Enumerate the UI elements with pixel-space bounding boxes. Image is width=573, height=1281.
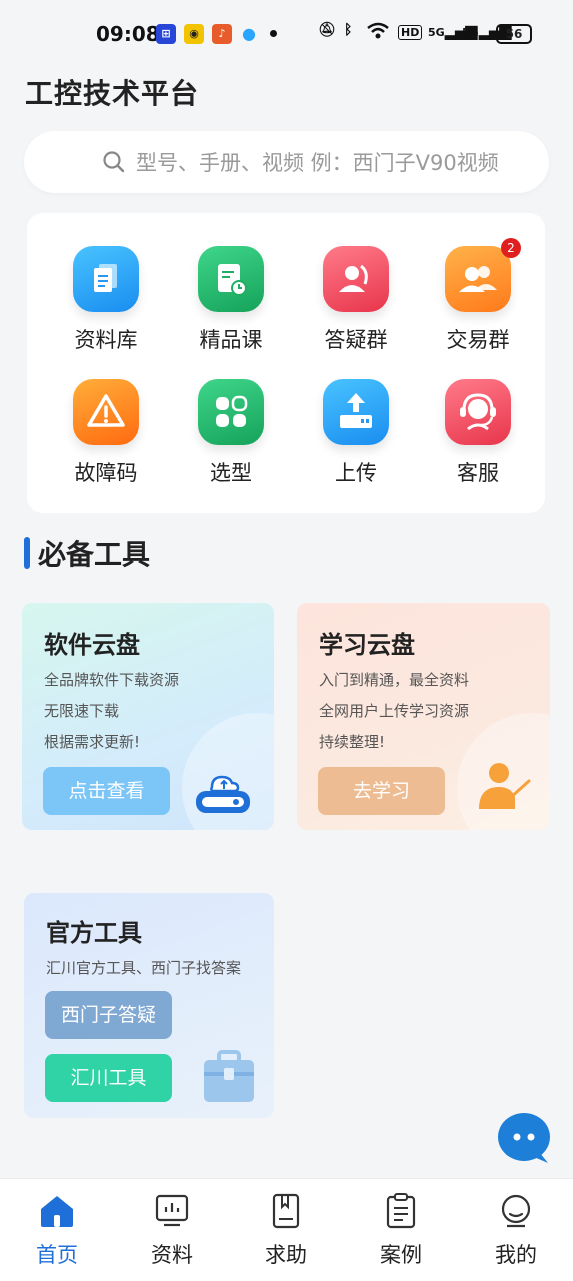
app-notification-icon: ◉ — [184, 24, 204, 44]
card-line: 根据需求更新! — [44, 733, 141, 751]
card-title: 学习云盘 — [319, 631, 415, 659]
nav-profile[interactable]: 我的 — [476, 1193, 556, 1269]
teacher-icon — [479, 763, 531, 809]
nav-label: 首页 — [36, 1243, 78, 1267]
card-line: 全网用户上传学习资源 — [319, 702, 470, 720]
clipboard-icon — [386, 1193, 416, 1229]
official-tools-card[interactable]: 官方工具 汇川官方工具、西门子找答案 西门子答疑 汇川工具 — [24, 893, 274, 1118]
grid-item-qa-group[interactable]: 答疑群 — [294, 246, 418, 354]
battery-icon: 56 — [496, 24, 532, 44]
search-bar[interactable]: 型号、手册、视频 例：西门子V90视频 — [24, 131, 549, 193]
wifi-icon — [366, 22, 390, 44]
mute-icon: 🔕︎ — [318, 22, 336, 38]
card-title: 软件云盘 — [44, 631, 140, 659]
card-line: 汇川官方工具、西门子找答案 — [46, 959, 242, 977]
grid-item-label: 资料库 — [74, 328, 138, 352]
nav-label: 我的 — [495, 1243, 537, 1267]
grid-item-library[interactable]: 资料库 — [44, 246, 168, 354]
chat-icon — [513, 1133, 548, 1163]
selection-icon — [198, 379, 264, 445]
nav-label: 案例 — [380, 1243, 422, 1267]
bottom-nav: 首页 资料 求助 案例 我的 — [0, 1178, 573, 1281]
customer-service-icon — [445, 379, 511, 445]
nav-help[interactable]: 求助 — [246, 1193, 326, 1269]
card-line: 无限速下载 — [44, 702, 120, 720]
document-stack-icon — [73, 246, 139, 312]
search-icon — [103, 151, 125, 173]
app-notification-icon: ♪ — [212, 24, 232, 44]
card-title: 官方工具 — [46, 919, 142, 947]
cloud-drive-icon — [196, 775, 250, 813]
bluetooth-icon: ᛒ — [344, 22, 353, 38]
grid-item-label: 故障码 — [74, 461, 138, 485]
more-dot-icon — [270, 30, 277, 37]
grid-item-label: 交易群 — [446, 328, 510, 352]
view-software-button[interactable]: 点击查看 — [43, 767, 170, 815]
course-icon — [198, 246, 264, 312]
learning-cloud-card[interactable]: 学习云盘 入门到精通，最全资料 全网用户上传学习资源 持续整理! 去学习 — [297, 603, 550, 830]
notification-badge: 2 — [501, 238, 521, 258]
go-learn-button[interactable]: 去学习 — [318, 767, 445, 815]
qa-group-icon — [323, 246, 389, 312]
grid-item-label: 客服 — [457, 461, 499, 485]
trade-group-icon: 2 — [445, 238, 521, 312]
toolbox-icon — [204, 1050, 254, 1102]
materials-icon — [155, 1194, 189, 1227]
nav-label: 求助 — [265, 1243, 307, 1267]
grid-item-label: 选型 — [210, 461, 252, 485]
grid-item-course[interactable]: 精品课 — [169, 246, 293, 354]
profile-icon — [501, 1194, 531, 1228]
software-cloud-card[interactable]: 软件云盘 全品牌软件下载资源 无限速下载 根据需求更新! 点击查看 — [22, 603, 274, 830]
status-time: 09:08 — [96, 22, 160, 46]
grid-item-upload[interactable]: 上传 — [294, 379, 418, 487]
feature-grid: 资料库 精品课 答疑群 2 交易群 故障码 选型 上传 客服 — [27, 213, 545, 513]
hd-icon: HD — [398, 25, 423, 40]
warning-icon — [73, 379, 139, 445]
chat-bubble-button[interactable] — [498, 1113, 550, 1163]
huichuan-tools-button[interactable]: 汇川工具 — [45, 1054, 172, 1102]
nav-cases[interactable]: 案例 — [361, 1193, 441, 1269]
nav-home[interactable]: 首页 — [17, 1193, 97, 1269]
help-book-icon — [272, 1193, 300, 1229]
card-line: 入门到精通，最全资料 — [319, 671, 470, 689]
grid-item-customer-service[interactable]: 客服 — [416, 379, 540, 487]
nav-materials[interactable]: 资料 — [132, 1193, 212, 1269]
card-line: 持续整理! — [319, 733, 386, 751]
nav-label: 资料 — [151, 1243, 193, 1267]
section-title: 必备工具 — [38, 538, 151, 571]
grid-item-trade-group[interactable]: 2 交易群 — [416, 238, 540, 354]
grid-item-label: 上传 — [335, 461, 377, 485]
status-bar: 09:08 ⊞ ◉ ♪ ● 🔕︎ ᛒ HD 5G▂▄▆ 5G▂▄▆ 56 — [0, 0, 573, 66]
qq-icon: ● — [242, 24, 256, 43]
siemens-qa-button[interactable]: 西门子答疑 — [45, 991, 172, 1039]
search-placeholder: 型号、手册、视频 例：西门子V90视频 — [136, 151, 499, 175]
app-notification-icon: ⊞ — [156, 24, 176, 44]
card-line: 全品牌软件下载资源 — [44, 671, 180, 689]
page-title: 工控技术平台 — [25, 77, 200, 110]
grid-item-label: 精品课 — [199, 328, 263, 352]
upload-icon — [323, 379, 389, 445]
grid-item-fault-code[interactable]: 故障码 — [44, 379, 168, 487]
section-marker — [24, 537, 30, 569]
home-icon — [41, 1196, 73, 1227]
grid-item-label: 答疑群 — [324, 328, 388, 352]
grid-item-selection[interactable]: 选型 — [169, 379, 293, 487]
